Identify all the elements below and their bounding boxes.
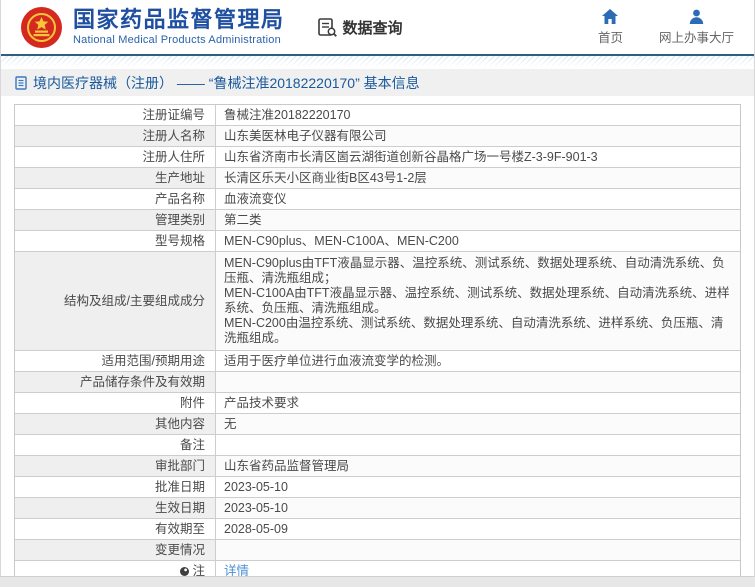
row-label: 型号规格	[15, 231, 216, 251]
row-label: 备注	[15, 435, 216, 455]
table-row: 产品名称 血液流变仪	[15, 189, 740, 210]
row-value: 第二类	[216, 210, 740, 230]
table-row: 变更情况	[15, 540, 740, 561]
row-value: 产品技术要求	[216, 393, 740, 413]
table-row: 产品储存条件及有效期	[15, 372, 740, 393]
table-row: 生产地址 长清区乐天小区商业街B区43号1-2层	[15, 168, 740, 189]
table-row: 注册人住所 山东省济南市长清区崮云湖街道创新谷晶格广场一号楼Z-3-9F-901…	[15, 147, 740, 168]
row-value: 鲁械注准20182220170	[216, 105, 740, 125]
row-value: 2028-05-09	[216, 519, 740, 539]
row-label: 生效日期	[15, 498, 216, 518]
top-nav: 首页 网上办事大厅	[597, 8, 740, 46]
data-query-label: 数据查询	[342, 19, 403, 37]
brand-text: 国家药品监督管理局 National Medical Products Admi…	[73, 7, 285, 47]
page: 国家药品监督管理局 National Medical Products Admi…	[0, 0, 755, 577]
nav-home-label: 首页	[597, 30, 623, 45]
nav-service-hall-label: 网上办事大厅	[658, 30, 734, 45]
national-emblem-icon	[21, 6, 62, 48]
table-row: 审批部门 山东省药品监督管理局	[15, 456, 740, 477]
table-row: 适用范围/预期用途 适用于医疗单位进行血液流变学的检测。	[15, 351, 740, 372]
row-value	[216, 435, 740, 455]
table-row: 有效期至 2028-05-09	[15, 519, 740, 540]
row-value: 适用于医疗单位进行血液流变学的检测。	[216, 351, 740, 371]
row-value: 详情	[216, 561, 740, 577]
nav-home[interactable]: 首页	[597, 8, 623, 46]
org-title: 国家药品监督管理局	[73, 7, 285, 32]
table-row: 注册证编号 鲁械注准20182220170	[15, 105, 740, 126]
row-label: 管理类别	[15, 210, 216, 230]
table-row-composition: 结构及组成/主要组成成分 MEN-C90plus由TFT液晶显示器、温控系统、测…	[15, 252, 740, 351]
row-value: MEN-C90plus由TFT液晶显示器、温控系统、测试系统、数据处理系统、自动…	[216, 252, 740, 350]
data-query-tab[interactable]: 数据查询	[317, 17, 403, 38]
breadcrumb: 境内医疗器械（注册） —— “鲁械注准20182220170” 基本信息	[1, 69, 754, 96]
row-label: 结构及组成/主要组成成分	[15, 252, 216, 350]
row-label: 变更情况	[15, 540, 216, 560]
row-label: 注册人名称	[15, 126, 216, 146]
row-label: 附件	[15, 393, 216, 413]
row-value: 2023-05-10	[216, 498, 740, 518]
row-value: 2023-05-10	[216, 477, 740, 497]
row-label: 产品名称	[15, 189, 216, 209]
table-row: 其他内容 无	[15, 414, 740, 435]
org-subtitle: National Medical Products Administration	[73, 34, 281, 46]
row-label: 其他内容	[15, 414, 216, 434]
detail-link[interactable]: 详情	[224, 564, 249, 577]
row-value	[216, 372, 740, 392]
row-label: 注册人住所	[15, 147, 216, 167]
row-label: 注	[15, 561, 216, 577]
row-label: 生产地址	[15, 168, 216, 188]
table-row: 批准日期 2023-05-10	[15, 477, 740, 498]
bulb-icon	[180, 566, 190, 576]
table-row: 附件 产品技术要求	[15, 393, 740, 414]
row-value: 山东省药品监督管理局	[216, 456, 740, 476]
row-value: 山东省济南市长清区崮云湖街道创新谷晶格广场一号楼Z-3-9F-901-3	[216, 147, 740, 167]
row-value: 血液流变仪	[216, 189, 740, 209]
note-label: 注	[192, 563, 205, 577]
header-divider	[1, 54, 754, 68]
row-value	[216, 540, 740, 560]
document-magnifier-icon	[317, 17, 337, 37]
table-row: 型号规格 MEN-C90plus、MEN-C100A、MEN-C200	[15, 231, 740, 252]
site-header: 国家药品监督管理局 National Medical Products Admi…	[1, 0, 754, 54]
row-label: 有效期至	[15, 519, 216, 539]
table-row: 生效日期 2023-05-10	[15, 498, 740, 519]
person-icon	[689, 9, 704, 24]
row-value: MEN-C90plus、MEN-C100A、MEN-C200	[216, 231, 740, 251]
nav-service-hall[interactable]: 网上办事大厅	[659, 9, 734, 46]
brand: 国家药品监督管理局 National Medical Products Admi…	[21, 6, 285, 48]
row-label: 适用范围/预期用途	[15, 351, 216, 371]
table-row: 备注	[15, 435, 740, 456]
row-label: 批准日期	[15, 477, 216, 497]
document-icon	[15, 75, 27, 90]
row-value: 无	[216, 414, 740, 434]
row-value: 山东美医林电子仪器有限公司	[216, 126, 740, 146]
row-label: 审批部门	[15, 456, 216, 476]
table-row: 管理类别 第二类	[15, 210, 740, 231]
breadcrumb-text: 境内医疗器械（注册） —— “鲁械注准20182220170” 基本信息	[33, 74, 420, 91]
row-label: 产品储存条件及有效期	[15, 372, 216, 392]
home-icon	[602, 8, 619, 24]
table-row: 注册人名称 山东美医林电子仪器有限公司	[15, 126, 740, 147]
info-table: 注册证编号 鲁械注准20182220170 注册人名称 山东美医林电子仪器有限公…	[14, 104, 741, 577]
row-label: 注册证编号	[15, 105, 216, 125]
table-row-note: 注 详情	[15, 561, 740, 577]
row-value: 长清区乐天小区商业街B区43号1-2层	[216, 168, 740, 188]
